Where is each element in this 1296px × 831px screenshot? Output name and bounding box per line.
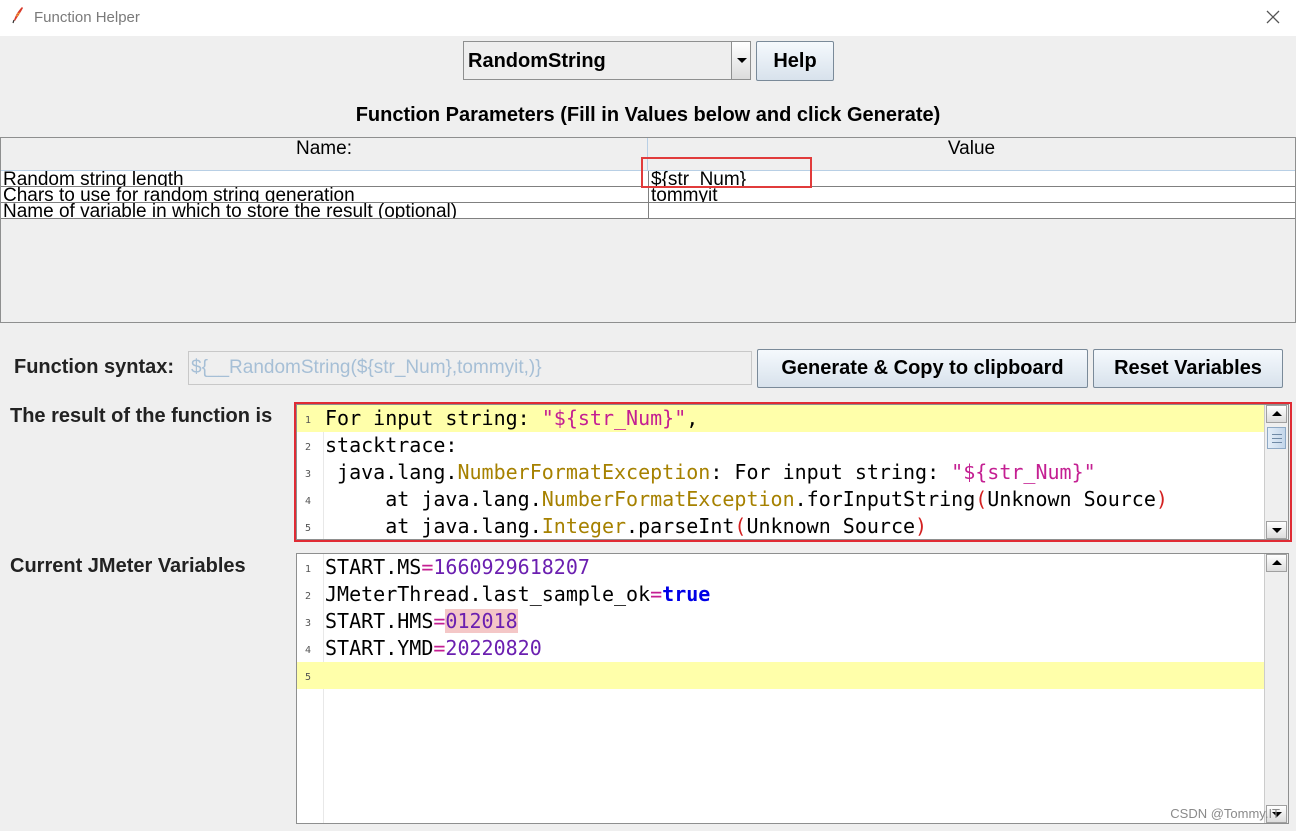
- param-value-cell[interactable]: tommyit: [651, 187, 718, 202]
- code-text: START.YMD=20220820: [325, 636, 542, 660]
- code-text: JMeterThread.last_sample_ok=true: [325, 582, 711, 606]
- line-number: 2: [304, 591, 312, 602]
- result-label: The result of the function is: [10, 405, 273, 427]
- column-divider: [648, 187, 649, 202]
- code-text: START.HMS=012018: [325, 609, 518, 633]
- column-header-name[interactable]: Name:: [1, 138, 648, 171]
- params-title: Function Parameters (Fill in Values belo…: [355, 104, 941, 126]
- annotation-highlight-box: [641, 157, 812, 188]
- syntax-label: Function syntax:: [14, 356, 175, 378]
- line-number: 5: [304, 672, 312, 683]
- annotation-result-frame: [294, 402, 1292, 542]
- table-row[interactable]: Name of variable in which to store the r…: [1, 203, 1295, 219]
- function-select-value: RandomString: [468, 50, 606, 72]
- code-line: 2 JMeterThread.last_sample_ok=true: [297, 581, 1264, 608]
- variables-label: Current JMeter Variables: [10, 555, 246, 577]
- reset-variables-button[interactable]: Reset Variables: [1093, 349, 1283, 388]
- variables-text-area[interactable]: 1 START.MS=1660929618207 2 JMeterThread.…: [296, 553, 1289, 824]
- column-divider: [648, 203, 649, 218]
- feather-icon: [12, 7, 23, 24]
- title-bar: Function Helper: [0, 0, 1296, 36]
- syntax-field[interactable]: ${__RandomString(${str_Num},tommyit,)}: [188, 351, 752, 385]
- chevron-down-icon[interactable]: [731, 42, 750, 79]
- line-number: 4: [304, 645, 312, 656]
- table-row[interactable]: Chars to use for random string generatio…: [1, 187, 1295, 203]
- scroll-up-icon[interactable]: [1266, 554, 1287, 572]
- function-select[interactable]: RandomString: [463, 41, 751, 80]
- line-number: 1: [304, 564, 312, 575]
- code-line: 5: [297, 662, 1264, 689]
- help-button[interactable]: Help: [756, 41, 834, 81]
- code-line: 3 START.HMS=012018: [297, 608, 1264, 635]
- watermark: CSDN @Tommy.IT: [1170, 806, 1280, 821]
- window-title: Function Helper: [34, 9, 140, 26]
- variables-scrollbar[interactable]: [1264, 554, 1288, 823]
- generate-copy-button[interactable]: Generate & Copy to clipboard: [757, 349, 1088, 388]
- code-text: START.MS=1660929618207: [325, 555, 590, 579]
- param-name-cell: Chars to use for random string generatio…: [3, 187, 355, 203]
- param-name-cell: Random string length: [3, 171, 184, 187]
- code-line: 1 START.MS=1660929618207: [297, 554, 1264, 581]
- close-icon[interactable]: [1264, 8, 1282, 26]
- line-number: 3: [304, 618, 312, 629]
- param-name-cell: Name of variable in which to store the r…: [3, 203, 458, 219]
- code-line: 4 START.YMD=20220820: [297, 635, 1264, 662]
